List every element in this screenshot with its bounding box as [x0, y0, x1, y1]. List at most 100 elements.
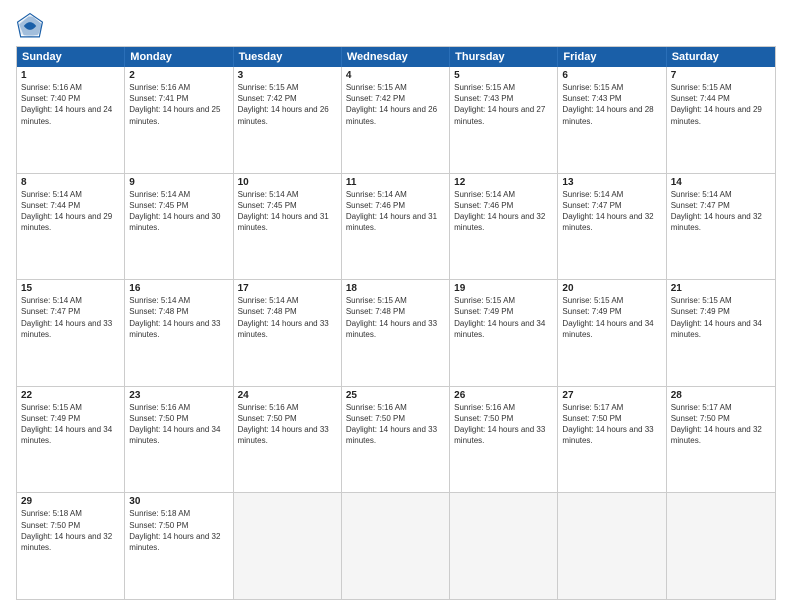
calendar-row: 22 Sunrise: 5:15 AMSunset: 7:49 PMDayligh… — [17, 386, 775, 493]
calendar-cell: 15 Sunrise: 5:14 AMSunset: 7:47 PMDayligh… — [17, 280, 125, 386]
day-number: 27 — [562, 390, 661, 401]
cell-details: Sunrise: 5:18 AMSunset: 7:50 PMDaylight:… — [21, 509, 112, 552]
calendar-cell: 6 Sunrise: 5:15 AMSunset: 7:43 PMDaylight… — [558, 67, 666, 173]
day-number: 14 — [671, 177, 771, 188]
calendar-row: 8 Sunrise: 5:14 AMSunset: 7:44 PMDaylight… — [17, 173, 775, 280]
calendar-header-cell: Sunday — [17, 47, 125, 67]
calendar-cell: 12 Sunrise: 5:14 AMSunset: 7:46 PMDayligh… — [450, 174, 558, 280]
calendar-row: 1 Sunrise: 5:16 AMSunset: 7:40 PMDaylight… — [17, 67, 775, 173]
calendar-cell: 18 Sunrise: 5:15 AMSunset: 7:48 PMDayligh… — [342, 280, 450, 386]
cell-details: Sunrise: 5:17 AMSunset: 7:50 PMDaylight:… — [562, 403, 653, 446]
calendar-cell: 19Sunrise: 5:15 AMSunset: 7:49 PMDayligh… — [450, 280, 558, 386]
calendar-cell — [667, 493, 775, 599]
calendar-cell: 16 Sunrise: 5:14 AMSunset: 7:48 PMDayligh… — [125, 280, 233, 386]
calendar-cell — [450, 493, 558, 599]
cell-details: Sunrise: 5:14 AMSunset: 7:46 PMDaylight:… — [454, 190, 545, 233]
day-number: 15 — [21, 283, 120, 294]
cell-details: Sunrise: 5:16 AMSunset: 7:50 PMDaylight:… — [238, 403, 329, 446]
header — [16, 12, 776, 40]
cell-details: Sunrise: 5:16 AMSunset: 7:50 PMDaylight:… — [129, 403, 220, 446]
cell-details: Sunrise: 5:16 AMSunset: 7:41 PMDaylight:… — [129, 83, 220, 126]
cell-details: Sunrise: 5:15 AMSunset: 7:43 PMDaylight:… — [454, 83, 545, 126]
page: SundayMondayTuesdayWednesdayThursdayFrid… — [0, 0, 792, 612]
day-number: 26 — [454, 390, 553, 401]
cell-details: Sunrise: 5:14 AMSunset: 7:47 PMDaylight:… — [671, 190, 762, 233]
cell-details: Sunrise: 5:14 AMSunset: 7:44 PMDaylight:… — [21, 190, 112, 233]
calendar-header-cell: Monday — [125, 47, 233, 67]
cell-details: Sunrise: 5:14 AMSunset: 7:46 PMDaylight:… — [346, 190, 437, 233]
calendar-cell: 17 Sunrise: 5:14 AMSunset: 7:48 PMDayligh… — [234, 280, 342, 386]
cell-details: Sunrise: 5:15 AMSunset: 7:42 PMDaylight:… — [238, 83, 329, 126]
cell-details: Sunrise: 5:14 AMSunset: 7:47 PMDaylight:… — [562, 190, 653, 233]
cell-details: Sunrise: 5:15 AMSunset: 7:49 PMDaylight:… — [562, 296, 653, 339]
cell-details: Sunrise: 5:16 AMSunset: 7:40 PMDaylight:… — [21, 83, 112, 126]
day-number: 22 — [21, 390, 120, 401]
cell-details: Sunrise: 5:15 AMSunset: 7:43 PMDaylight:… — [562, 83, 653, 126]
calendar-cell: 27 Sunrise: 5:17 AMSunset: 7:50 PMDayligh… — [558, 387, 666, 493]
calendar: SundayMondayTuesdayWednesdayThursdayFrid… — [16, 46, 776, 600]
day-number: 9 — [129, 177, 228, 188]
cell-details: Sunrise: 5:14 AMSunset: 7:45 PMDaylight:… — [129, 190, 220, 233]
day-number: 19 — [454, 283, 553, 294]
cell-details: Sunrise: 5:15 AMSunset: 7:49 PMDaylight:… — [21, 403, 112, 446]
cell-details: Sunrise: 5:15 AMSunset: 7:42 PMDaylight:… — [346, 83, 437, 126]
cell-details: Sunrise: 5:15 AMSunset: 7:49 PMDaylight:… — [671, 296, 762, 339]
calendar-header-row: SundayMondayTuesdayWednesdayThursdayFrid… — [17, 47, 775, 67]
day-number: 17 — [238, 283, 337, 294]
calendar-row: 29 Sunrise: 5:18 AMSunset: 7:50 PMDayligh… — [17, 492, 775, 599]
cell-details: Sunrise: 5:14 AMSunset: 7:48 PMDaylight:… — [129, 296, 220, 339]
calendar-cell: 2 Sunrise: 5:16 AMSunset: 7:41 PMDaylight… — [125, 67, 233, 173]
day-number: 6 — [562, 70, 661, 81]
day-number: 12 — [454, 177, 553, 188]
calendar-cell: 24 Sunrise: 5:16 AMSunset: 7:50 PMDayligh… — [234, 387, 342, 493]
day-number: 20 — [562, 283, 661, 294]
day-number: 10 — [238, 177, 337, 188]
calendar-header-cell: Thursday — [450, 47, 558, 67]
day-number: 11 — [346, 177, 445, 188]
calendar-cell: 7 Sunrise: 5:15 AMSunset: 7:44 PMDaylight… — [667, 67, 775, 173]
calendar-cell: 11 Sunrise: 5:14 AMSunset: 7:46 PMDayligh… — [342, 174, 450, 280]
calendar-cell: 20 Sunrise: 5:15 AMSunset: 7:49 PMDayligh… — [558, 280, 666, 386]
day-number: 16 — [129, 283, 228, 294]
day-number: 23 — [129, 390, 228, 401]
calendar-cell: 5 Sunrise: 5:15 AMSunset: 7:43 PMDaylight… — [450, 67, 558, 173]
cell-details: Sunrise: 5:14 AMSunset: 7:45 PMDaylight:… — [238, 190, 329, 233]
calendar-header-cell: Wednesday — [342, 47, 450, 67]
calendar-cell: 10 Sunrise: 5:14 AMSunset: 7:45 PMDayligh… — [234, 174, 342, 280]
day-number: 5 — [454, 70, 553, 81]
logo-icon — [16, 12, 44, 40]
cell-details: Sunrise: 5:14 AMSunset: 7:47 PMDaylight:… — [21, 296, 112, 339]
day-number: 4 — [346, 70, 445, 81]
calendar-cell — [234, 493, 342, 599]
day-number: 13 — [562, 177, 661, 188]
day-number: 1 — [21, 70, 120, 81]
day-number: 28 — [671, 390, 771, 401]
cell-details: Sunrise: 5:14 AMSunset: 7:48 PMDaylight:… — [238, 296, 329, 339]
calendar-cell: 29 Sunrise: 5:18 AMSunset: 7:50 PMDayligh… — [17, 493, 125, 599]
calendar-cell: 4 Sunrise: 5:15 AMSunset: 7:42 PMDaylight… — [342, 67, 450, 173]
cell-details: Sunrise: 5:16 AMSunset: 7:50 PMDaylight:… — [346, 403, 437, 446]
calendar-body: 1 Sunrise: 5:16 AMSunset: 7:40 PMDaylight… — [17, 67, 775, 599]
calendar-cell: 1 Sunrise: 5:16 AMSunset: 7:40 PMDaylight… — [17, 67, 125, 173]
calendar-cell: 22 Sunrise: 5:15 AMSunset: 7:49 PMDayligh… — [17, 387, 125, 493]
day-number: 8 — [21, 177, 120, 188]
calendar-cell: 28 Sunrise: 5:17 AMSunset: 7:50 PMDayligh… — [667, 387, 775, 493]
calendar-cell: 3 Sunrise: 5:15 AMSunset: 7:42 PMDaylight… — [234, 67, 342, 173]
day-number: 24 — [238, 390, 337, 401]
day-number: 7 — [671, 70, 771, 81]
cell-details: Sunrise: 5:15 AMSunset: 7:44 PMDaylight:… — [671, 83, 762, 126]
calendar-cell — [558, 493, 666, 599]
cell-details: Sunrise: 5:15 AMSunset: 7:48 PMDaylight:… — [346, 296, 437, 339]
calendar-cell: 26 Sunrise: 5:16 AMSunset: 7:50 PMDayligh… — [450, 387, 558, 493]
calendar-cell: 21Sunrise: 5:15 AMSunset: 7:49 PMDayligh… — [667, 280, 775, 386]
cell-details: Sunrise: 5:17 AMSunset: 7:50 PMDaylight:… — [671, 403, 762, 446]
calendar-cell: 30Sunrise: 5:18 AMSunset: 7:50 PMDayligh… — [125, 493, 233, 599]
calendar-cell: 25 Sunrise: 5:16 AMSunset: 7:50 PMDayligh… — [342, 387, 450, 493]
cell-details: Sunrise: 5:16 AMSunset: 7:50 PMDaylight:… — [454, 403, 545, 446]
day-number: 2 — [129, 70, 228, 81]
day-number: 18 — [346, 283, 445, 294]
day-number: 3 — [238, 70, 337, 81]
calendar-header-cell: Tuesday — [234, 47, 342, 67]
day-number: 25 — [346, 390, 445, 401]
day-number: 29 — [21, 496, 120, 507]
